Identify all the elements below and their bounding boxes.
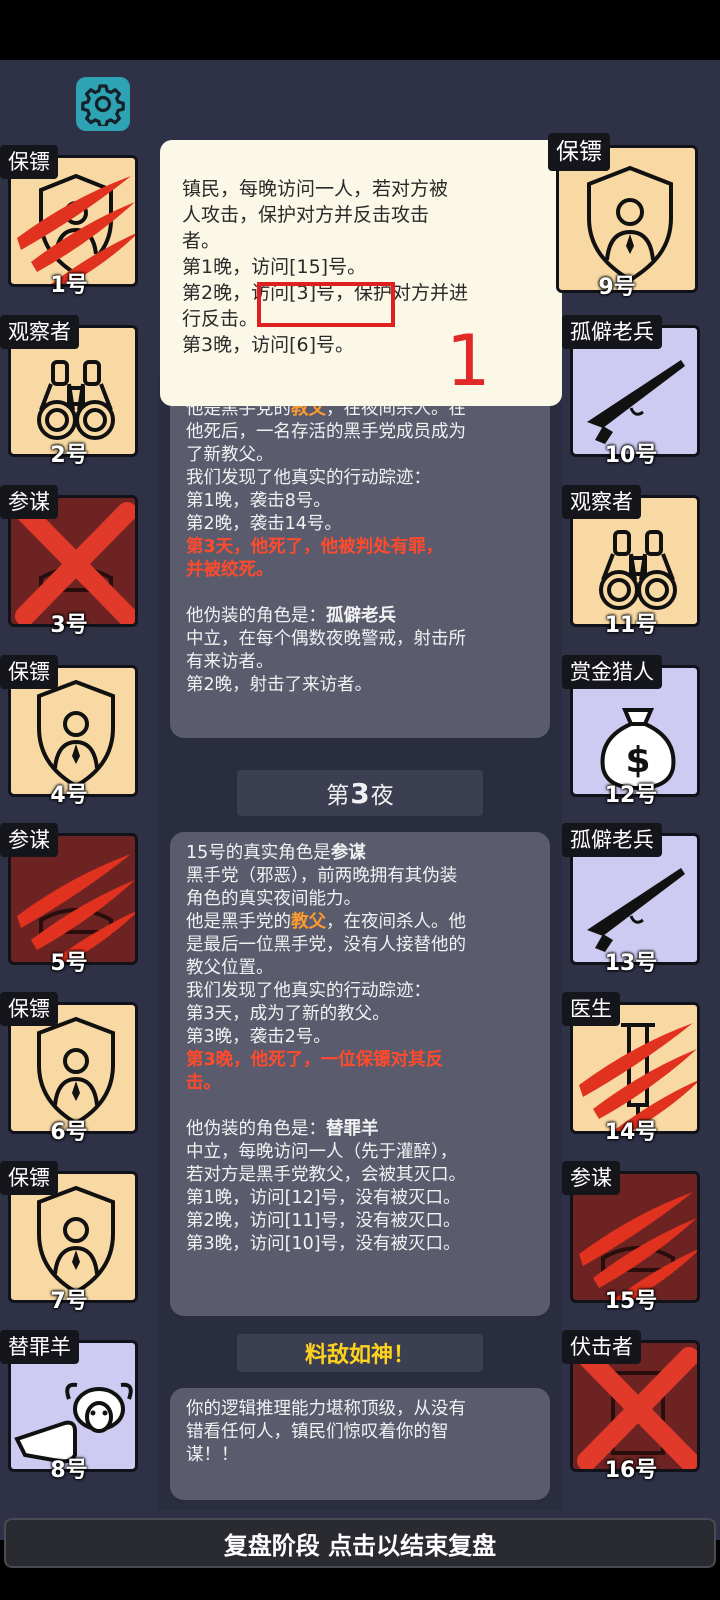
annotation-number: 1 — [446, 320, 491, 402]
highlight-box — [257, 282, 395, 327]
svg-text:$: $ — [625, 740, 650, 781]
player-tile-11[interactable]: 观察者 11号 — [562, 485, 700, 638]
death-note: 第3天，他死了，他被判处有罪， — [186, 537, 444, 557]
role-highlight: 教父 — [291, 912, 326, 932]
player-tile-14[interactable]: 医生 14号 — [562, 992, 700, 1145]
player-tile-9-self[interactable]: 保镖 9号 — [548, 133, 698, 300]
player-tile-4[interactable]: 保镖 4号 — [0, 655, 138, 808]
player-tile-1[interactable]: 保镖 1号 — [0, 145, 138, 298]
player-tile-13[interactable]: 孤僻老兵 13号 — [562, 823, 700, 976]
status-bar — [0, 0, 720, 60]
settings-button[interactable] — [76, 77, 130, 131]
role-detail-popup[interactable]: 镇民，每晚访问一人，若对方被 人攻击，保护对方并反击攻击 者。 第1晚，访问[1… — [160, 140, 562, 406]
player-tile-8[interactable]: 替罪羊 8号 — [0, 1330, 138, 1483]
log-card-summary: 你的逻辑推理能力堪称顶级，从没有 错看任何人，镇民们惊叹着你的智 谋！！ — [170, 1388, 550, 1500]
player-tile-6[interactable]: 保镖 6号 — [0, 992, 138, 1145]
result-title: 料敌如神！ — [237, 1334, 483, 1372]
player-tile-7[interactable]: 保镖 7号 — [0, 1161, 138, 1314]
player-tile-12[interactable]: $ 赏金猎人 12号 — [562, 655, 700, 808]
player-tile-10[interactable]: 孤僻老兵 10号 — [562, 315, 700, 468]
player-tile-5[interactable]: 参谋 5号 — [0, 823, 138, 976]
log-card-player-3: 他是黑手党的教父，在夜间杀人。在 他死后，一名存活的黑手党成员成为 了新教父。 … — [170, 378, 550, 738]
end-review-button[interactable]: 复盘阶段 点击以结束复盘 — [4, 1518, 716, 1568]
gear-icon — [81, 84, 125, 126]
death-note: 第3晚，他死了，一位保镖对其反 — [186, 1050, 444, 1070]
player-tile-15[interactable]: 参谋 15号 — [562, 1161, 700, 1314]
player-tile-3[interactable]: 参谋 3号 — [0, 485, 138, 638]
player-tile-16[interactable]: 伏击者 16号 — [562, 1330, 700, 1483]
night-header: 第3夜 — [237, 770, 483, 816]
log-card-player-15: 15号的真实角色是参谋 黑手党（邪恶），前两晚拥有其伪装 角色的真实夜间能力。 … — [170, 832, 550, 1316]
player-tile-2[interactable]: 观察者 2号 — [0, 315, 138, 468]
